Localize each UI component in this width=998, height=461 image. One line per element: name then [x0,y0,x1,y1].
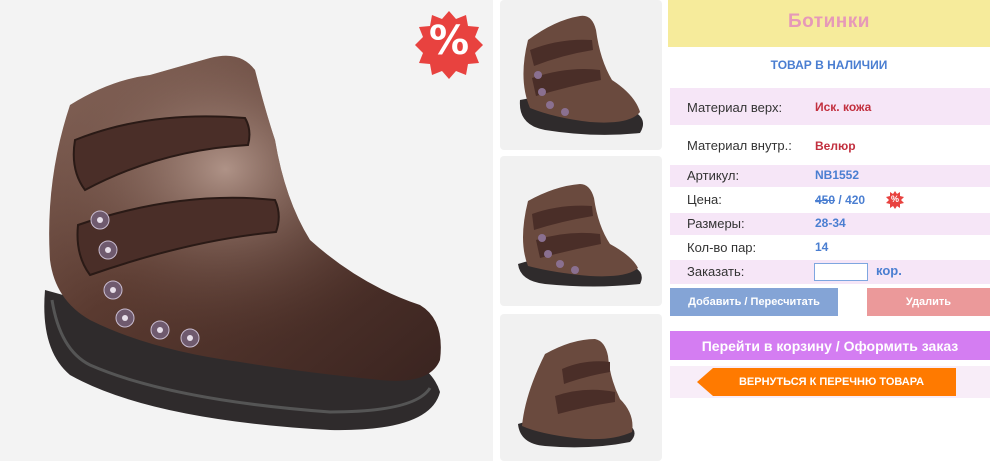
thumbnail-1[interactable] [500,0,662,150]
spec-row-material-top: Материал верх: Иск. кожа [670,88,990,125]
article-value: NB1552 [815,168,860,182]
add-recalculate-button[interactable]: Добавить / Пересчитать [670,288,838,316]
order-quantity-input[interactable] [814,263,868,281]
order-label: Заказать: [687,264,745,279]
sizes-label: Размеры: [687,216,745,231]
spec-row-sizes: Размеры: 28-34 [670,213,990,235]
price-old: 450 [815,193,836,207]
boot-thumbnail-3 [518,339,635,448]
go-to-cart-button[interactable]: Перейти в корзину / Оформить заказ [670,331,990,360]
material-inner-value: Велюр [815,139,856,153]
mini-sale-label: % [890,194,899,204]
material-top-label: Материал верх: [687,100,783,115]
spec-row-pairs: Кол-во пар: 14 [670,237,990,259]
spec-row-order: Заказать: кор. [670,260,990,284]
product-title: Ботинки [788,11,870,32]
thumbnail-2[interactable] [500,156,662,306]
sale-percent-label: % [428,18,470,64]
pairs-value: 14 [815,240,829,254]
thumbnail-3[interactable] [500,314,662,461]
price-sale-badge: % [886,191,904,209]
sizes-value: 28-34 [815,216,846,230]
pairs-label: Кол-во пар: [687,240,757,255]
delete-button[interactable]: Удалить [867,288,990,316]
material-top-value: Иск. кожа [815,100,872,114]
price-label: Цена: [687,192,722,207]
product-title-box: Ботинки [668,0,990,47]
boot-thumbnail-2 [518,184,642,287]
spec-row-article: Артикул: NB1552 [670,165,990,187]
availability-status: ТОВАР В НАЛИЧИИ [770,58,888,72]
price-value: 450 / 420 [815,193,865,207]
sale-badge: % [413,9,485,81]
back-to-list-button[interactable]: ВЕРНУТЬСЯ К ПЕРЕЧНЮ ТОВАРА [697,368,956,396]
spec-row-price: Цена: 450 / 420 % [670,189,990,211]
article-label: Артикул: [687,168,740,183]
boot-thumbnail-1 [519,15,644,135]
price-separator: / [838,193,842,207]
material-inner-label: Материал внутр.: [687,138,792,153]
spec-row-material-inner: Материал внутр.: Велюр [670,128,990,163]
order-unit-label: кор. [876,263,902,278]
back-to-list-label: ВЕРНУТЬСЯ К ПЕРЕЧНЮ ТОВАРА [738,376,925,388]
price-new: 420 [845,193,866,207]
